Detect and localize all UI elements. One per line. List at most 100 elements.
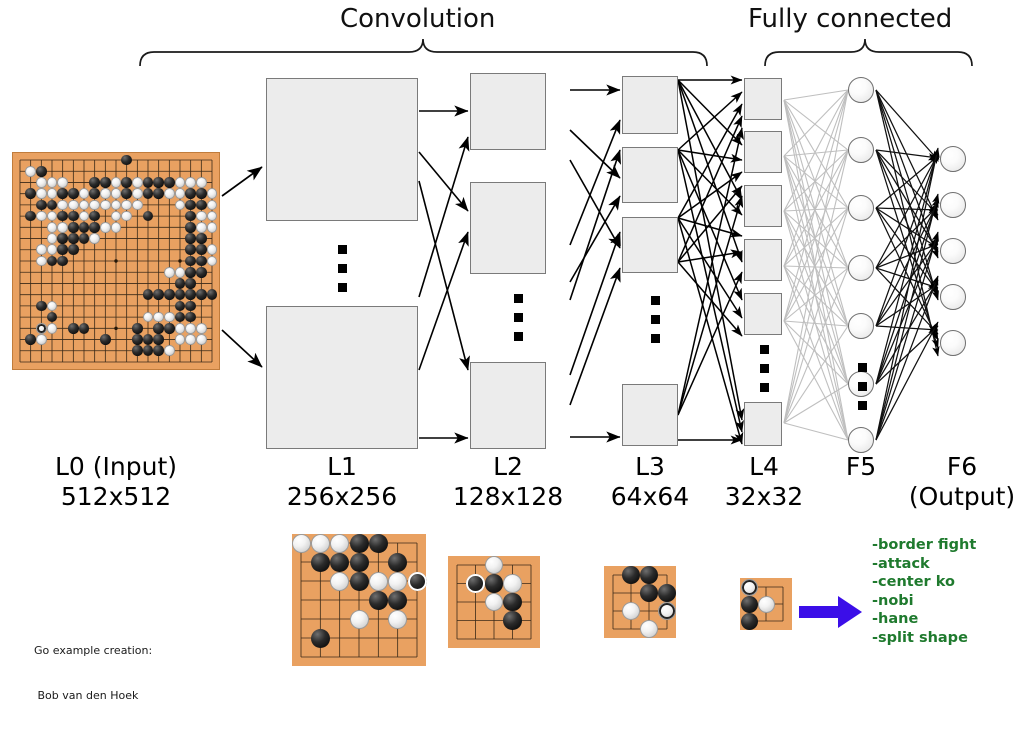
black-stone — [196, 233, 207, 244]
black-stone — [368, 590, 388, 610]
white-stone — [206, 222, 218, 233]
black-stone — [330, 552, 350, 572]
black-stone — [89, 222, 100, 233]
white-stone — [196, 222, 207, 233]
white-stone — [132, 177, 143, 188]
f5-ellipsis — [855, 363, 869, 420]
black-stone — [196, 244, 207, 256]
black-stone — [349, 533, 369, 553]
black-stone — [196, 188, 207, 199]
black-stone — [132, 334, 143, 345]
black-stone — [388, 590, 408, 610]
white-stone — [185, 177, 196, 188]
black-stone — [68, 233, 79, 244]
edges-f5-f6 — [875, 89, 940, 441]
f6-neuron-2 — [940, 192, 966, 218]
caption-f6: F6 (Output) — [900, 452, 1024, 512]
black-stone — [640, 566, 658, 584]
black-stone — [25, 334, 36, 345]
l4-ellipsis — [757, 345, 771, 402]
go-crop-l3 — [604, 566, 676, 638]
white-stone — [164, 345, 175, 357]
caption-l0-line2: 512x512 — [60, 482, 172, 511]
white-stone — [291, 533, 311, 553]
f5-neuron-4 — [848, 255, 874, 281]
go-crop-l1 — [291, 533, 427, 666]
black-stone — [153, 289, 164, 300]
white-stone — [57, 177, 68, 188]
black-stone — [78, 323, 90, 334]
black-stone — [100, 334, 111, 345]
go-crop-l2 — [448, 555, 540, 648]
output-class-1: -border fight — [872, 537, 977, 553]
black-stone — [740, 595, 758, 613]
l4-feature-map-3 — [744, 185, 782, 227]
white-stone — [68, 199, 79, 211]
caption-l4: L4 32x32 — [706, 452, 822, 512]
black-stone — [78, 222, 90, 233]
f5-neuron-5 — [848, 313, 874, 339]
black-stone — [164, 323, 175, 334]
black-stone — [196, 266, 207, 278]
white-stone — [368, 571, 388, 591]
white-stone — [164, 266, 175, 278]
black-stone — [185, 278, 196, 289]
caption-l2-line1: L2 — [493, 452, 523, 481]
black-stone — [68, 222, 79, 233]
f5-neuron-2 — [848, 137, 874, 163]
brace-fully-connected — [764, 38, 973, 67]
black-stone — [153, 323, 164, 334]
output-class-4: -nobi — [872, 592, 914, 609]
white-stone — [36, 244, 47, 256]
black-stone — [185, 233, 196, 244]
white-stone — [174, 323, 186, 334]
figure-canvas: Convolution Fully connected L0 (Input) 5… — [0, 0, 1024, 702]
black-stone — [153, 188, 164, 199]
black-stone — [310, 628, 330, 648]
edges-l2-l3 — [569, 84, 621, 443]
black-stone — [164, 177, 175, 188]
caption-f5-line1: F5 — [845, 452, 877, 481]
l2-ellipsis — [511, 294, 525, 351]
output-class-3: -center ko — [872, 574, 955, 591]
output-class-6: -split shape — [872, 629, 968, 646]
black-stone — [185, 300, 196, 312]
white-stone — [196, 323, 207, 334]
white-stone — [196, 334, 207, 345]
caption-f5: F5 — [826, 452, 896, 482]
output-class-5: -hane — [872, 611, 919, 628]
black-stone — [503, 592, 522, 612]
f6-neuron-5 — [940, 330, 966, 356]
caption-l2-line2: 128x128 — [452, 482, 564, 511]
white-stone — [503, 574, 522, 593]
white-stone — [100, 199, 111, 211]
l2-feature-map-2 — [470, 182, 546, 274]
white-stone — [132, 199, 143, 211]
white-stone — [57, 199, 68, 211]
f6-neuron-1 — [940, 146, 966, 172]
l3-feature-map-2 — [622, 147, 678, 203]
white-stone — [330, 533, 350, 553]
black-stone — [142, 334, 154, 345]
l3-feature-map-n — [622, 384, 678, 446]
caption-l1-line2: 256x256 — [286, 482, 398, 511]
white-stone — [174, 177, 186, 188]
white-stone — [25, 165, 36, 177]
black-stone — [349, 571, 369, 591]
white-stone — [36, 210, 47, 222]
black-stone — [368, 533, 388, 553]
white-stone — [36, 334, 47, 345]
white-stone — [110, 222, 122, 233]
white-stone — [57, 222, 68, 233]
black-stone — [484, 574, 504, 593]
white-stone — [36, 323, 47, 334]
black-stone — [658, 584, 676, 602]
white-stone — [658, 602, 676, 620]
black-stone — [185, 199, 196, 211]
black-stone — [25, 188, 36, 199]
black-stone — [153, 177, 164, 188]
caption-l3-line1: L3 — [635, 452, 665, 481]
fully-connected-group-label: Fully connected — [748, 4, 953, 34]
go-crop-l4 — [740, 578, 792, 630]
white-stone — [46, 323, 58, 334]
